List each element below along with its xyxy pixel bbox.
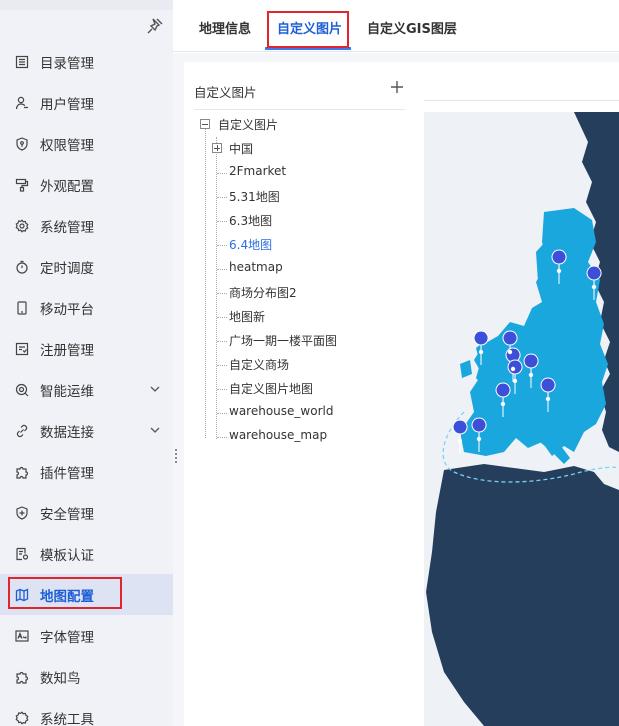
paint-roller-icon	[14, 177, 30, 193]
sidebar-item-registration[interactable]: 注册管理	[0, 328, 173, 369]
pin-icon[interactable]	[145, 16, 165, 36]
sidebar-item-label: 系统管理	[40, 219, 94, 236]
tree-node[interactable]: 2Fmarket	[229, 164, 286, 178]
tree-node[interactable]: 广场一期一楼平面图	[229, 332, 337, 349]
tree-node[interactable]: 中国	[229, 140, 253, 157]
user-icon	[14, 95, 30, 111]
sidebar-item-label: 目录管理	[40, 55, 94, 72]
sidebar-menu: 目录管理 用户管理 权限管理 外观配置 系统管理 定时调度 移动平台 注册管理 …	[0, 41, 173, 726]
sidebar-item-template-cert[interactable]: 模板认证	[0, 533, 173, 574]
sidebar-item-plugins[interactable]: 插件管理	[0, 451, 173, 492]
sidebar-item-appearance[interactable]: 外观配置	[0, 164, 173, 205]
sidebar-top-strip	[0, 0, 173, 10]
sidebar-item-system-tools[interactable]: 系统工具	[0, 697, 173, 726]
map-preview	[424, 112, 619, 726]
sidebar-item-security[interactable]: 安全管理	[0, 492, 173, 533]
tree-connector	[216, 137, 217, 439]
tree-node-root[interactable]: 自定义图片	[218, 116, 278, 133]
resize-handle[interactable]	[175, 449, 179, 465]
sidebar-item-label: 系统工具	[40, 711, 94, 726]
tree-node[interactable]: warehouse_world	[229, 404, 333, 418]
tree-panel-title: 自定义图片	[194, 85, 257, 100]
tab-custom-gis-layer[interactable]: 自定义GIS图层	[367, 10, 457, 50]
sidebar-item-label: 模板认证	[40, 547, 94, 564]
tab-bar: 地理信息 自定义图片 自定义GIS图层	[173, 0, 619, 52]
sidebar-item-label: 数据连接	[40, 424, 94, 441]
map-land-africa	[426, 464, 619, 726]
sidebar: 目录管理 用户管理 权限管理 外观配置 系统管理 定时调度 移动平台 注册管理 …	[0, 0, 173, 726]
puzzle-icon	[14, 464, 30, 480]
catalog-icon	[14, 54, 30, 70]
divider	[424, 100, 619, 101]
sidebar-item-label: 数知鸟	[40, 670, 81, 687]
chevron-down-icon[interactable]	[149, 383, 161, 395]
sidebar-item-fonts[interactable]: 字体管理	[0, 615, 173, 656]
sidebar-item-label: 注册管理	[40, 342, 94, 359]
tab-geo-info[interactable]: 地理信息	[199, 10, 251, 50]
divider	[194, 109, 405, 110]
map-image	[424, 112, 619, 726]
link-icon	[14, 423, 30, 439]
smart-ops-icon	[14, 382, 30, 398]
sidebar-item-mobile[interactable]: 移动平台	[0, 287, 173, 328]
expand-icon[interactable]	[212, 143, 222, 153]
sidebar-item-permissions[interactable]: 权限管理	[0, 123, 173, 164]
font-icon	[14, 628, 30, 644]
sidebar-item-label: 智能运维	[40, 383, 94, 400]
sidebar-item-label: 地图配置	[40, 588, 94, 605]
map-icon	[14, 587, 30, 603]
sidebar-item-scheduling[interactable]: 定时调度	[0, 246, 173, 287]
sidebar-item-catalog[interactable]: 目录管理	[0, 41, 173, 82]
sidebar-item-label: 安全管理	[40, 506, 94, 523]
sidebar-item-smart-ops[interactable]: 智能运维	[0, 369, 173, 410]
sidebar-item-label: 移动平台	[40, 301, 94, 318]
sidebar-item-label: 外观配置	[40, 178, 94, 195]
tools-icon	[14, 710, 30, 726]
sidebar-item-label: 权限管理	[40, 137, 94, 154]
sidebar-item-shuzhiniao[interactable]: 数知鸟	[0, 656, 173, 697]
tree-node[interactable]: 商场分布图2	[229, 284, 297, 301]
sidebar-item-label: 用户管理	[40, 96, 94, 113]
shield-key-icon	[14, 136, 30, 152]
tree-panel: 自定义图片 自定义图片 中国 2Fmarket 5.31地图 6.3地图 6.4…	[184, 62, 415, 726]
tree-node[interactable]: warehouse_map	[229, 428, 327, 442]
sidebar-item-label: 定时调度	[40, 260, 94, 277]
bird-icon	[14, 669, 30, 685]
tree-node[interactable]: 自定义商场	[229, 356, 289, 373]
sidebar-item-label: 字体管理	[40, 629, 94, 646]
tree-node[interactable]: heatmap	[229, 260, 283, 274]
tree-node-selected[interactable]: 6.4地图	[229, 236, 272, 253]
shield-plus-icon	[14, 505, 30, 521]
sidebar-item-map-config[interactable]: 地图配置	[0, 574, 173, 615]
tab-custom-image[interactable]: 自定义图片	[277, 10, 342, 50]
mobile-icon	[14, 300, 30, 316]
tree-node[interactable]: 地图新	[229, 308, 265, 325]
tab-active-indicator	[265, 47, 351, 50]
tree-node[interactable]: 自定义图片地图	[229, 380, 313, 397]
tree-node[interactable]: 5.31地图	[229, 188, 280, 205]
tree-node[interactable]: 6.3地图	[229, 212, 272, 229]
registration-icon	[14, 341, 30, 357]
sidebar-item-system[interactable]: 系统管理	[0, 205, 173, 246]
sidebar-item-users[interactable]: 用户管理	[0, 82, 173, 123]
tree-connector	[205, 128, 206, 438]
collapse-icon[interactable]	[200, 119, 210, 129]
template-cert-icon	[14, 546, 30, 562]
sidebar-item-label: 插件管理	[40, 465, 94, 482]
sidebar-item-data-connection[interactable]: 数据连接	[0, 410, 173, 451]
chevron-down-icon[interactable]	[149, 424, 161, 436]
timer-icon	[14, 259, 30, 275]
gear-icon	[14, 218, 30, 234]
add-icon[interactable]	[389, 79, 405, 95]
